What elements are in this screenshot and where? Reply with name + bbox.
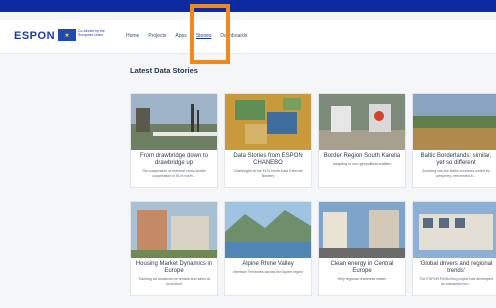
story-image bbox=[131, 94, 217, 150]
story-title: Border Region South Karelia bbox=[323, 153, 401, 159]
nav-stories[interactable]: Stories bbox=[196, 33, 212, 39]
story-card[interactable]: Housing Market Dynamics in Europe Tracki… bbox=[130, 201, 218, 296]
site-header: ESPON ★ Co-funded by the European Union … bbox=[0, 20, 496, 54]
story-card[interactable]: Data Stories from ESPON CHANEBO Challeng… bbox=[224, 93, 312, 188]
story-card[interactable]: Border Region South Karelia Adapting to … bbox=[318, 93, 406, 188]
section-title: Latest Data Stories bbox=[130, 66, 198, 75]
espon-logo[interactable]: ESPON bbox=[14, 30, 55, 42]
story-card[interactable]: From drawbridge down to drawbridge up Th… bbox=[130, 93, 218, 188]
story-card[interactable]: Clean energy in Central Europe Why regio… bbox=[318, 201, 406, 296]
story-image bbox=[319, 94, 405, 150]
story-desc: Zooming into the Baltic countries united… bbox=[422, 169, 490, 178]
story-title: Clean energy in Central Europe bbox=[330, 261, 394, 274]
eu-flag-icon: ★ bbox=[58, 29, 76, 41]
story-card[interactable]: Alpine Rhine Valley Interface Territorie… bbox=[224, 201, 312, 296]
story-desc: Adapting to new geopolitical realities bbox=[332, 162, 392, 166]
story-image bbox=[413, 202, 496, 258]
story-desc: The ESPON ReGioSeq project has developed… bbox=[419, 277, 493, 286]
story-desc: Interface Territories across the Alpine … bbox=[232, 270, 304, 274]
story-image bbox=[225, 94, 311, 150]
story-desc: Challenges at the EU's North-East Extern… bbox=[233, 169, 303, 178]
story-title: Baltic Borderlands: similar, yet so diff… bbox=[420, 153, 492, 166]
story-image bbox=[131, 202, 217, 258]
nav-dashboards[interactable]: Dashboards bbox=[220, 33, 247, 39]
story-desc: The suspension of external cross-border … bbox=[141, 169, 207, 178]
eu-cofunded-text: Co-funded by the European Union bbox=[78, 29, 105, 37]
story-title: From drawbridge down to drawbridge up bbox=[139, 153, 209, 166]
story-title: Housing Market Dynamics in Europe bbox=[135, 261, 213, 274]
story-card[interactable]: 'Global drivers and regional trends' The… bbox=[412, 201, 496, 296]
story-image bbox=[413, 94, 496, 150]
story-card[interactable]: Baltic Borderlands: similar, yet so diff… bbox=[412, 93, 496, 188]
main-nav: Home Projects Apps Stories Dashboards bbox=[126, 33, 256, 39]
story-title: 'Global drivers and regional trends' bbox=[419, 261, 493, 274]
story-title: Alpine Rhine Valley bbox=[242, 261, 294, 267]
browser-background bbox=[0, 0, 496, 12]
story-image bbox=[225, 202, 311, 258]
story-desc: Tracking ad durations for rentals and sa… bbox=[138, 277, 210, 286]
nav-projects[interactable]: Projects bbox=[148, 33, 166, 39]
story-image bbox=[319, 202, 405, 258]
nav-apps[interactable]: Apps bbox=[175, 33, 186, 39]
story-desc: Why regional readiness matter bbox=[337, 277, 387, 281]
nav-home[interactable]: Home bbox=[126, 33, 139, 39]
story-title: Data Stories from ESPON CHANEBO bbox=[233, 153, 303, 166]
